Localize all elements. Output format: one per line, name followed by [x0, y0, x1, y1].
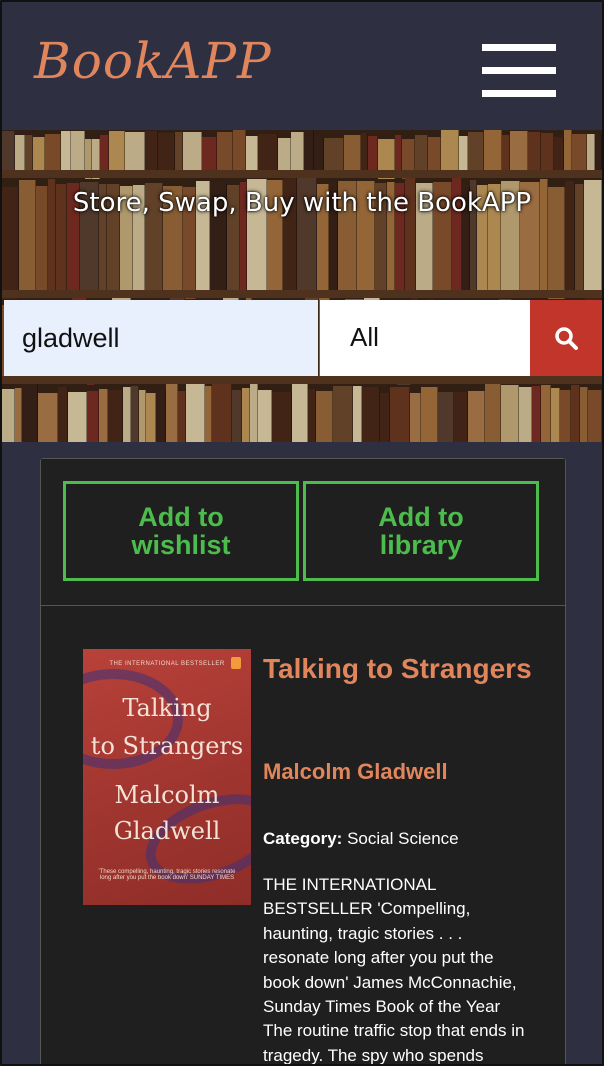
- action-row: Add to wishlist Add to library: [41, 459, 565, 606]
- book-description: THE INTERNATIONAL BESTSELLER 'Compelling…: [263, 875, 525, 1065]
- cover-author: Malcolm Gladwell: [113, 781, 221, 845]
- book-category: Category: Social Science: [263, 829, 553, 849]
- category-value: Social Science: [347, 829, 459, 848]
- category-select[interactable]: All: [320, 300, 530, 376]
- cover-quote: 'These compelling, haunting, tragic stor…: [98, 869, 236, 881]
- add-to-library-label: Add to library: [378, 502, 464, 560]
- search-button[interactable]: [530, 300, 602, 376]
- category-label: Category:: [263, 829, 343, 848]
- book-card: Add to wishlist Add to library THE INTER…: [40, 458, 566, 1065]
- header: BookAPP: [2, 2, 602, 130]
- hero-tagline: Store, Swap, Buy with the BookAPP: [72, 188, 532, 218]
- book-cover-image[interactable]: THE INTERNATIONAL BESTSELLER Talking to …: [83, 649, 251, 905]
- hamburger-menu-icon[interactable]: [482, 44, 556, 98]
- search-bar: All: [2, 300, 602, 376]
- search-icon: [555, 327, 578, 350]
- add-to-wishlist-button[interactable]: Add to wishlist: [63, 481, 299, 581]
- cover-top-text: THE INTERNATIONAL BESTSELLER: [109, 661, 225, 667]
- search-input[interactable]: [4, 300, 318, 376]
- app-frame: BookAPP Store, Swap, Buy with the BookAP…: [0, 0, 604, 1066]
- hero-banner: Store, Swap, Buy with the BookAPP All: [2, 130, 602, 442]
- book-author: Malcolm Gladwell: [263, 759, 448, 784]
- cover-title: Talking to Strangers: [90, 694, 244, 760]
- add-to-library-button[interactable]: Add to library: [303, 481, 539, 581]
- add-to-wishlist-label: Add to wishlist: [131, 502, 231, 560]
- book-title[interactable]: Talking to Strangers: [263, 649, 553, 689]
- app-logo[interactable]: BookAPP: [34, 32, 272, 90]
